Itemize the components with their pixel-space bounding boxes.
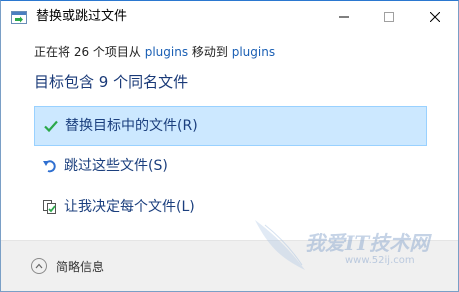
replace-or-skip-dialog: 替换或跳过文件 正在将 26 个项目从 plugins 移动到 plugins … xyxy=(0,0,459,292)
maximize-icon xyxy=(383,11,394,22)
decide-each-file-option[interactable]: 让我决定每个文件(L) xyxy=(34,188,427,228)
skip-files-option[interactable]: 跳过这些文件(S) xyxy=(34,147,427,187)
file-move-icon xyxy=(11,11,27,24)
maximize-button[interactable] xyxy=(366,1,411,32)
skip-icon xyxy=(43,160,56,173)
watermark-text: 我爱IT技术网 xyxy=(305,231,430,255)
replace-files-option[interactable]: 替换目标中的文件(R) xyxy=(34,106,427,146)
status-middle: 移动到 xyxy=(188,45,232,59)
close-button[interactable] xyxy=(412,1,457,32)
decide-icon xyxy=(43,200,56,214)
skip-files-label: 跳过这些文件(S) xyxy=(64,158,168,174)
minimize-icon xyxy=(338,16,349,17)
status-prefix: 正在将 26 个项目从 xyxy=(34,45,145,59)
move-status-text: 正在将 26 个项目从 plugins 移动到 plugins xyxy=(34,43,275,60)
title-bar[interactable]: 替换或跳过文件 xyxy=(1,1,458,33)
conflict-heading: 目标包含 9 个同名文件 xyxy=(34,73,189,91)
fewer-details-toggle[interactable]: 简略信息 xyxy=(31,256,104,276)
dialog-footer: 简略信息 我爱IT技术网 www.52ij.com xyxy=(1,220,458,291)
check-icon xyxy=(44,120,58,133)
watermark-url: www.52ij.com xyxy=(345,255,415,266)
chevron-up-icon xyxy=(31,258,47,274)
window-title: 替换或跳过文件 xyxy=(36,9,128,24)
minimize-button[interactable] xyxy=(321,1,366,32)
close-icon xyxy=(429,11,440,22)
decide-each-file-label: 让我决定每个文件(L) xyxy=(64,199,195,215)
replace-files-label: 替换目标中的文件(R) xyxy=(65,118,198,134)
source-folder-link[interactable]: plugins xyxy=(145,45,188,59)
fewer-details-label: 简略信息 xyxy=(56,259,105,274)
destination-folder-link[interactable]: plugins xyxy=(232,45,275,59)
